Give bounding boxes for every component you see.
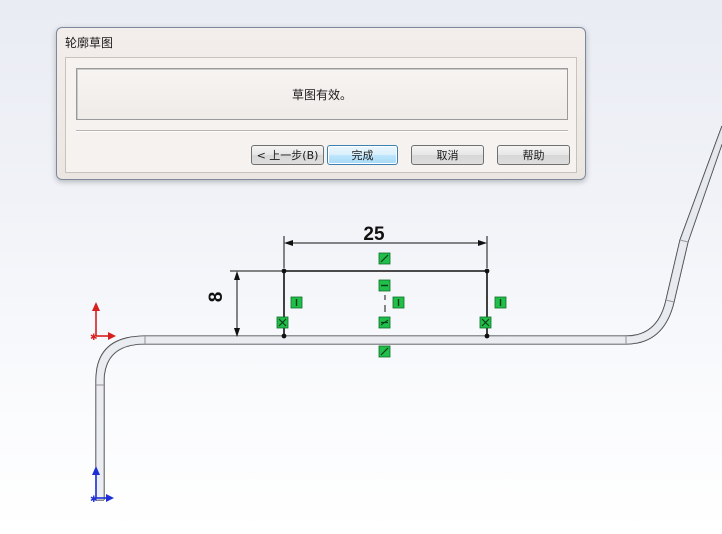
coincident-icon [378,252,391,265]
vertical-icon [494,296,507,309]
profile-path[interactable] [95,125,722,501]
coincident-icon [479,316,492,329]
vertical-icon [290,296,303,309]
finish-button[interactable]: 完成 [327,145,398,165]
horizontal-icon [378,279,391,292]
status-message-box: 草图有效。 [76,68,568,120]
axis-triad-icon: ✱ [90,302,116,343]
coincident-icon [378,345,391,358]
svg-text:✱: ✱ [90,333,98,343]
svg-text:✱: ✱ [90,495,98,505]
help-button[interactable]: 帮助 [497,145,570,165]
dimension-height-value[interactable]: 8 [206,292,227,303]
profile-fill [96,126,722,500]
back-button[interactable]: < 上一步(B) [251,145,324,165]
dimension-height[interactable] [230,270,282,337]
profile-sketch-dialog[interactable]: 轮廓草图 草图有效。 < 上一步(B) 完成 取消 帮助 [56,27,586,180]
dimension-width-value[interactable]: 25 [363,224,385,245]
midpoint-icon [378,316,391,329]
dialog-separator [76,130,568,132]
coincident-icon [276,316,289,329]
status-message: 草图有效。 [291,87,352,102]
cancel-button[interactable]: 取消 [411,145,484,165]
vertical-icon [392,296,405,309]
dialog-title: 轮廓草图 [65,36,114,50]
dialog-body: 草图有效。 < 上一步(B) 完成 取消 帮助 [65,57,577,173]
